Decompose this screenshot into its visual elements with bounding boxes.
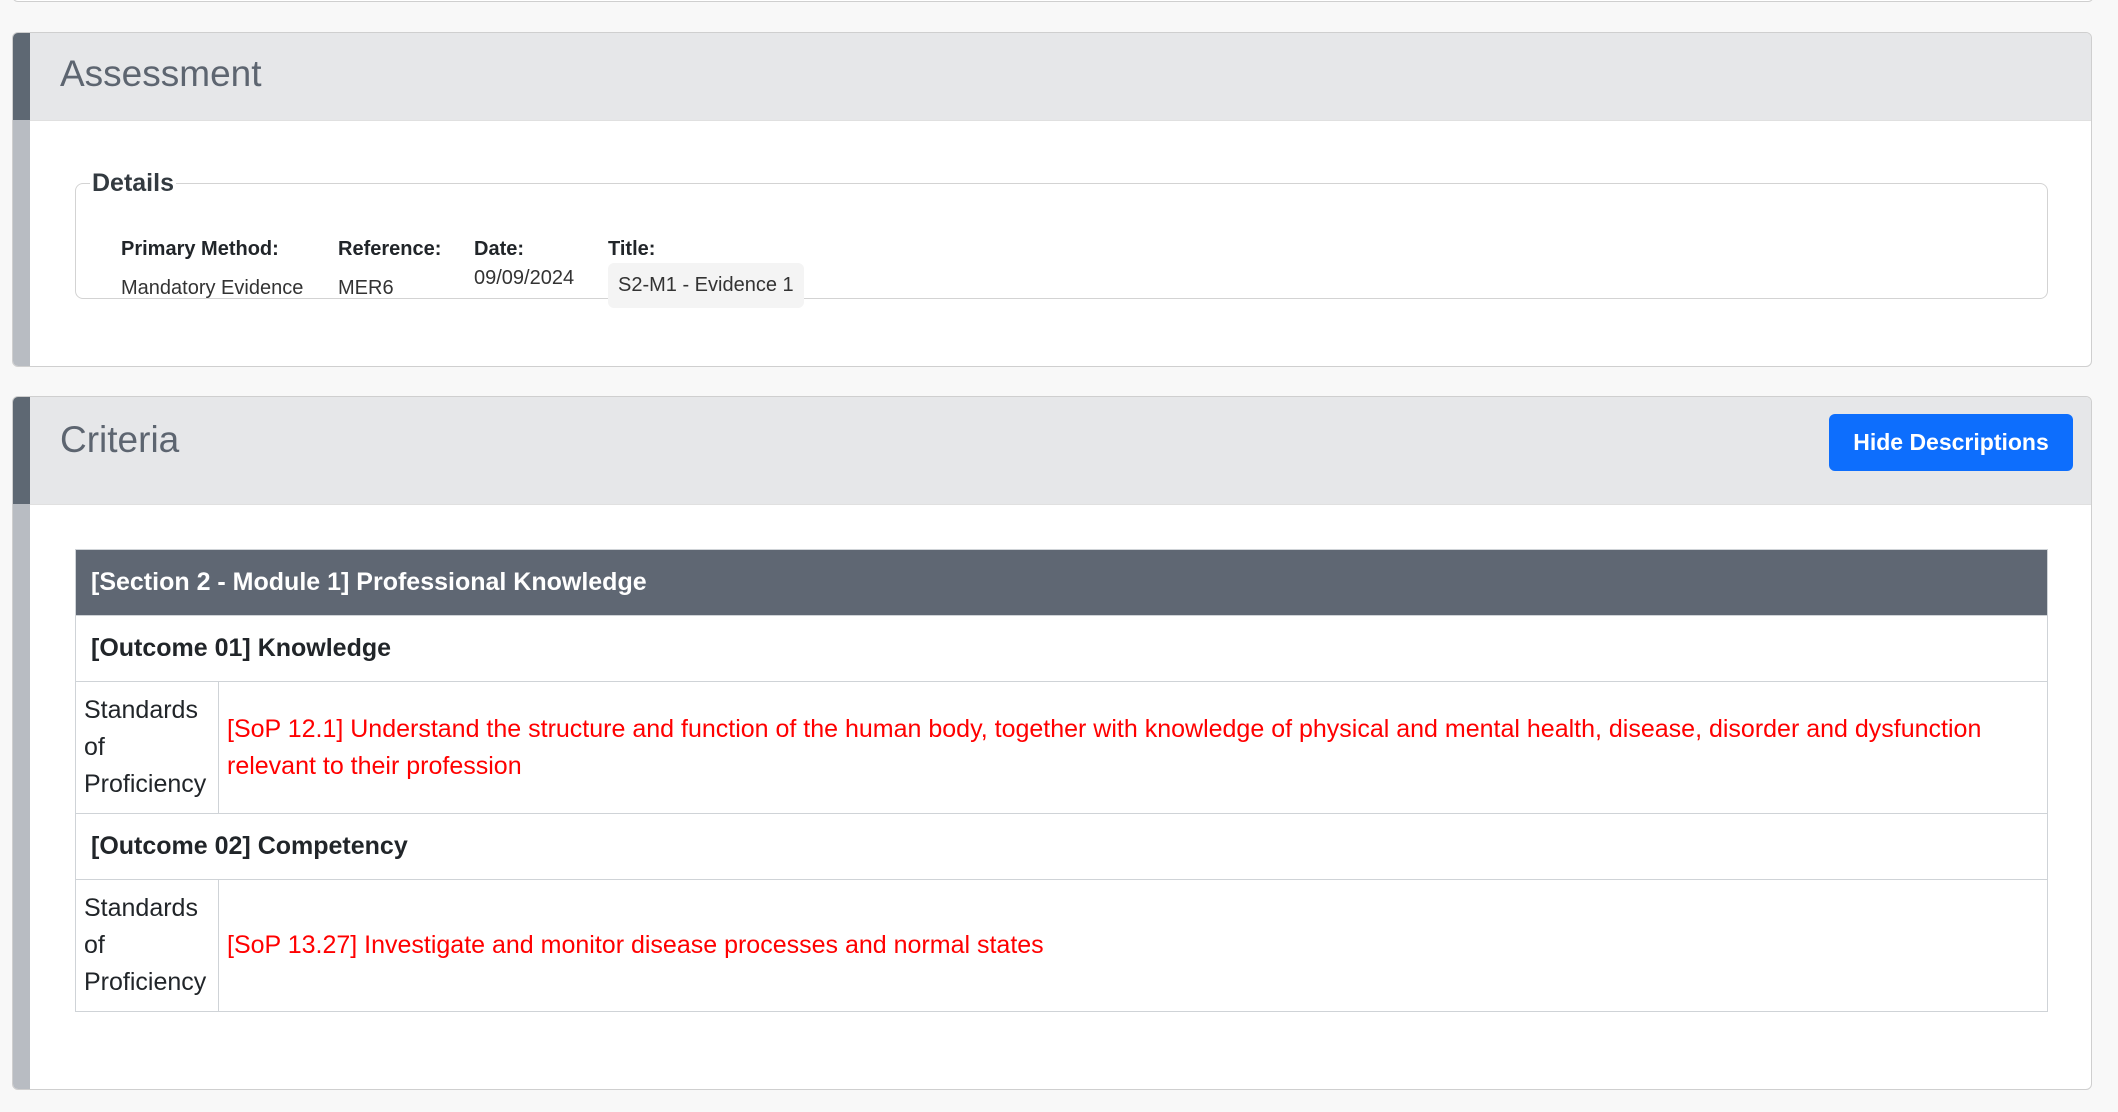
previous-card-bottom	[12, 0, 2094, 2]
standard-text: [SoP 12.1] Understand the structure and …	[218, 681, 2048, 814]
details-legend: Details	[92, 169, 174, 197]
reference-value: MER6	[338, 277, 394, 299]
standard-row: Standards of Proficiency [SoP 13.27] Inv…	[75, 879, 2048, 1012]
outcome-row: [Outcome 02] Competency	[75, 813, 2048, 880]
primary-method-value: Mandatory Evidence	[121, 277, 304, 299]
primary-method-field: Primary Method: Mandatory Evidence	[121, 238, 303, 300]
section-heading: [Section 2 - Module 1] Professional Know…	[75, 549, 2048, 616]
hide-descriptions-button[interactable]: Hide Descriptions	[1829, 414, 2073, 471]
card-accent-header	[13, 33, 30, 120]
card-accent-header	[13, 397, 30, 504]
standard-text: [SoP 13.27] Investigate and monitor dise…	[218, 879, 2048, 1012]
outcome-heading: [Outcome 02] Competency	[75, 813, 2048, 880]
date-field: Date: 09/09/2024	[474, 238, 574, 290]
criteria-table: [Section 2 - Module 1] Professional Know…	[75, 549, 2048, 1012]
outcome-heading: [Outcome 01] Knowledge	[75, 615, 2048, 682]
criteria-title: Criteria	[60, 419, 180, 460]
standard-label: Standards of Proficiency	[75, 879, 219, 1012]
title-value: S2-M1 - Evidence 1	[608, 263, 804, 308]
outcome-row: [Outcome 01] Knowledge	[75, 615, 2048, 682]
details-fieldset: Details Primary Method: Mandatory Eviden…	[75, 169, 2048, 308]
date-label: Date:	[474, 238, 525, 260]
standard-label: Standards of Proficiency	[75, 681, 219, 814]
standard-row: Standards of Proficiency [SoP 12.1] Unde…	[75, 681, 2048, 814]
assessment-title: Assessment	[60, 53, 262, 94]
section-row: [Section 2 - Module 1] Professional Know…	[75, 549, 2048, 616]
reference-label: Reference:	[338, 238, 442, 260]
reference-field: Reference: MER6	[338, 238, 441, 300]
title-label: Title:	[608, 238, 656, 260]
date-value: 09/09/2024	[474, 267, 575, 289]
criteria-card-header: Criteria Hide Descriptions	[30, 397, 2091, 505]
assessment-card: Assessment Details Primary Method: Manda…	[12, 32, 2092, 367]
primary-method-label: Primary Method:	[121, 238, 279, 260]
assessment-card-header: Assessment	[30, 33, 2091, 121]
criteria-card: Criteria Hide Descriptions [Section 2 - …	[12, 396, 2092, 1090]
title-field: Title: S2-M1 - Evidence 1	[608, 238, 804, 308]
